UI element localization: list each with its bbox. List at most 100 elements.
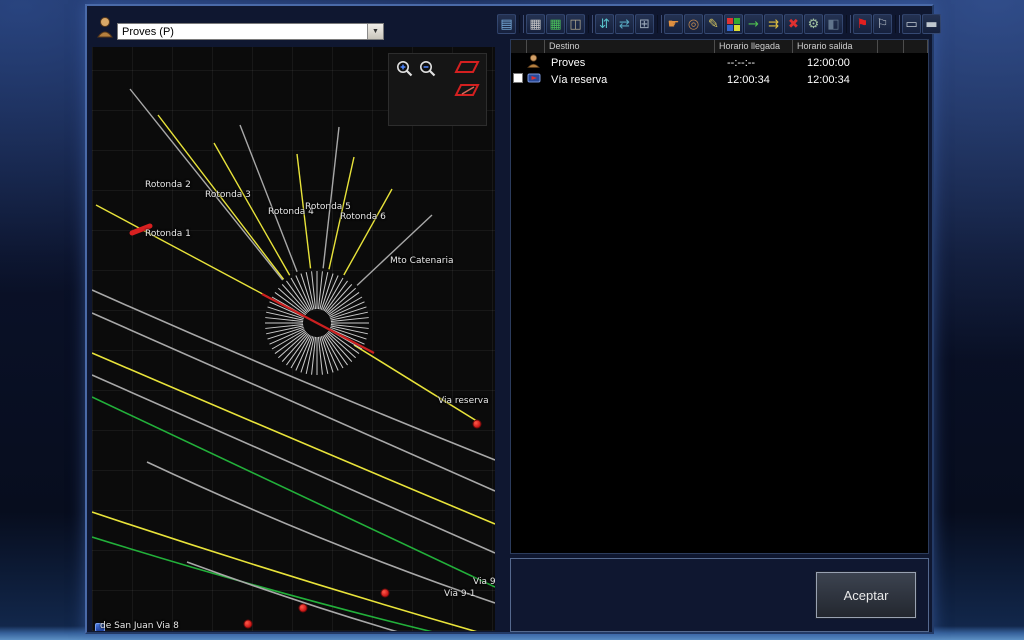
row-salida: 12:00:34 [793, 74, 878, 86]
schedule-table: Destino Horario llegada Horario salida P… [510, 39, 929, 554]
col-checkbox [511, 40, 527, 53]
toolbar-separator [588, 15, 593, 33]
binoculars-icon[interactable]: ◎ [684, 14, 703, 34]
toolbar-separator [895, 15, 900, 33]
turntable-spoke [282, 284, 307, 312]
accept-button[interactable]: Aceptar [816, 572, 916, 618]
map-label: Via 9 [473, 577, 495, 587]
flag-red-icon[interactable]: ⚑ [853, 14, 872, 34]
map-toolbox [388, 53, 487, 126]
station-person-icon [96, 16, 114, 43]
footer-panel: Aceptar [510, 558, 929, 632]
restore-icon[interactable]: ▭ [902, 14, 921, 34]
sort-icon[interactable]: ⇵ [595, 14, 614, 34]
row-destino: Vía reserva [545, 74, 715, 86]
dark-panel-icon[interactable]: ◧ [824, 14, 843, 34]
turntable-spoke [326, 284, 351, 312]
app-window: Proves (P) ▼ [85, 4, 934, 634]
fan-track-line [357, 215, 432, 285]
fan-track-line [96, 205, 268, 297]
turntable-spoke [278, 332, 306, 357]
map-panel-header: Proves (P) ▼ [87, 6, 495, 44]
hand-icon[interactable]: ☛ [664, 14, 683, 34]
transfer-icon[interactable]: ⇄ [615, 14, 634, 34]
map-label: Via 9-1 [444, 589, 476, 599]
turntable-spoke [306, 272, 314, 309]
track-line [92, 353, 495, 524]
map-label: de San Juan Via 8 [100, 621, 179, 631]
chevron-down-icon[interactable]: ▼ [367, 24, 383, 39]
turntable-spoke [265, 324, 303, 328]
turntable-spoke [282, 333, 307, 361]
swap-route-icon[interactable]: ⇉ [764, 14, 783, 34]
map-label: Rotonda 6 [340, 212, 386, 222]
track-line [147, 462, 495, 603]
route-tool-button[interactable] [453, 58, 481, 76]
map-label: Rotonda 5 [305, 202, 351, 212]
col-extra-1 [878, 40, 904, 53]
tiles-icon[interactable] [724, 14, 743, 34]
table-row[interactable]: Proves--:--:--12:00:00 [511, 54, 928, 71]
desktop: Proves (P) ▼ [0, 0, 1024, 640]
import-icon[interactable]: ◫ [566, 14, 585, 34]
map-label: Rotonda 3 [205, 190, 251, 200]
turntable-spoke [327, 288, 355, 313]
grid-icon[interactable]: ▦ [526, 14, 545, 34]
route-edit-tool-button[interactable] [453, 81, 481, 99]
flag-white-icon[interactable]: ⚐ [873, 14, 892, 34]
station-select[interactable]: Proves (P) ▼ [117, 23, 384, 40]
turntable-spoke [320, 337, 328, 374]
toolbar: ▤▦▦◫⇵⇄⊞☛◎✎→⇉✖⚙◧⚑⚐▭▬ [497, 12, 927, 36]
track-line [92, 397, 495, 587]
train-icon [527, 72, 545, 87]
col-destino[interactable]: Destino [545, 40, 715, 53]
table-header: Destino Horario llegada Horario salida [511, 40, 928, 54]
row-checkbox[interactable] [513, 73, 523, 83]
col-horario-salida[interactable]: Horario salida [793, 40, 878, 53]
signal-dot[interactable] [244, 620, 253, 629]
turntable-spoke [331, 324, 369, 328]
row-llegada: --:--:-- [715, 57, 793, 69]
map-label: Rotonda 2 [145, 180, 191, 190]
map-label: Mto Catenaria [390, 256, 453, 266]
toolbar-separator [846, 15, 851, 33]
tiles-glyph [727, 18, 740, 31]
toolbar-separator [657, 15, 662, 33]
minimize-icon[interactable]: ▬ [922, 14, 941, 34]
station-select-value: Proves (P) [118, 26, 367, 38]
save-icon[interactable]: ▤ [497, 14, 516, 34]
zoom-in-button[interactable] [394, 58, 415, 79]
turntable-spoke [266, 326, 303, 334]
track-line [92, 537, 437, 631]
table-row[interactable]: Vía reserva12:00:3412:00:34 [511, 71, 928, 88]
signal-dot[interactable] [381, 589, 390, 598]
delete-icon[interactable]: ✖ [784, 14, 803, 34]
row-llegada: 12:00:34 [715, 74, 793, 86]
turntable-spoke [331, 312, 368, 320]
turntable-spoke [320, 272, 328, 309]
zoom-out-button[interactable] [417, 58, 438, 79]
window-icon[interactable]: ⊞ [635, 14, 654, 34]
toolbar-separator [519, 15, 524, 33]
col-extra-2 [904, 40, 928, 53]
col-icon [527, 40, 545, 53]
track-map[interactable]: Rotonda 2Rotonda 3Rotonda 4Rotonda 5Roto… [92, 47, 495, 631]
track-map-canvas [92, 47, 495, 631]
signal-dot[interactable] [299, 604, 308, 613]
fan-track-line [323, 127, 339, 268]
turntable-spoke [318, 271, 322, 309]
edit-icon[interactable]: ✎ [704, 14, 723, 34]
grid-green-icon[interactable]: ▦ [546, 14, 565, 34]
turntable-spoke [318, 337, 322, 375]
turntable-spoke [306, 337, 314, 374]
add-route-icon[interactable]: → [744, 14, 763, 34]
row-salida: 12:00:00 [793, 57, 878, 69]
row-check-cell [511, 73, 527, 86]
track-line [92, 512, 495, 631]
signal-dot[interactable] [473, 420, 482, 429]
fan-track-line [344, 189, 392, 275]
gear-icon[interactable]: ⚙ [804, 14, 823, 34]
person-icon [527, 54, 545, 71]
col-horario-llegada[interactable]: Horario llegada [715, 40, 793, 53]
turntable-spoke [312, 337, 316, 375]
